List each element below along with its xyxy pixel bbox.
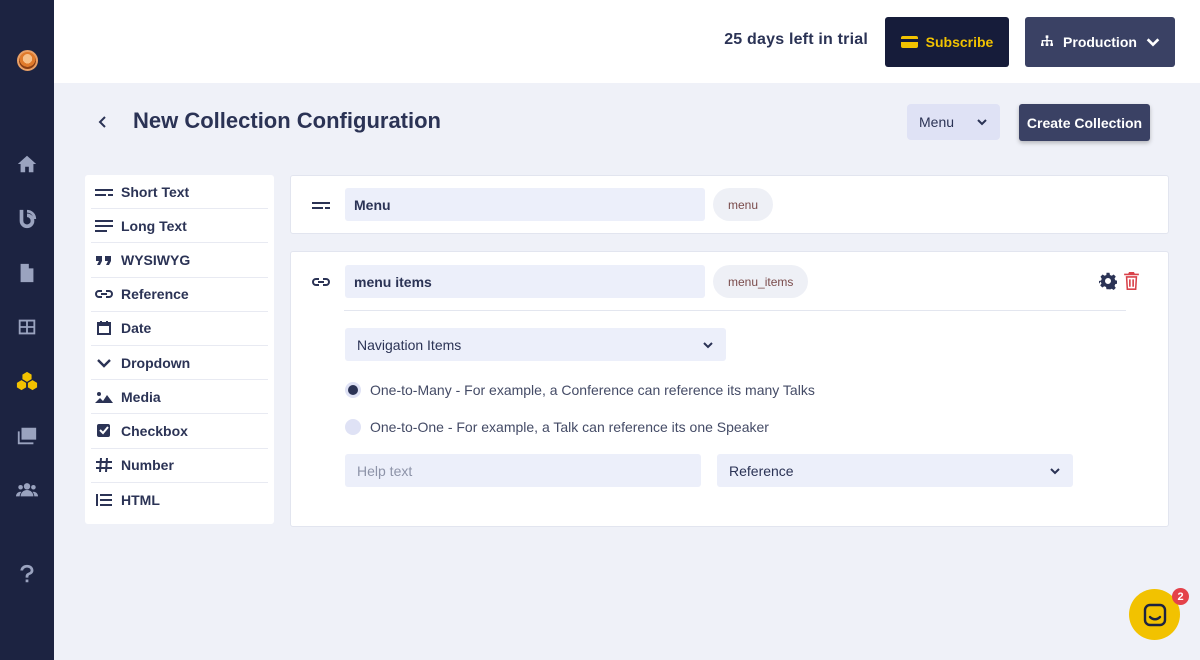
sitemap-icon (1041, 35, 1054, 46)
field-type-label: Date (121, 320, 152, 337)
link-icon (95, 290, 113, 299)
chevron-left-icon (98, 116, 106, 128)
relation-option-label: One-to-Many - For example, a Conference … (370, 382, 815, 398)
field-type-label: Number (121, 457, 174, 474)
field-type-short-text[interactable]: Short Text (91, 175, 268, 210)
users-icon[interactable] (0, 475, 54, 505)
subscribe-label: Subscribe (925, 34, 994, 50)
create-collection-button[interactable]: Create Collection (1019, 104, 1150, 141)
referenced-collection-select[interactable]: Navigation Items (345, 328, 726, 361)
field-name-input[interactable]: Menu (345, 188, 705, 221)
field-type-label: Checkbox (121, 422, 188, 439)
short-text-icon (95, 188, 113, 196)
field-name-input[interactable]: menu items (345, 265, 705, 298)
credit-card-icon (900, 36, 918, 48)
collection-select-value: Menu (919, 114, 955, 130)
trial-status: 25 days left in trial (724, 31, 868, 48)
hash-icon (96, 458, 112, 473)
radio-button[interactable] (345, 419, 361, 435)
field-type-select-value: Reference (729, 462, 794, 479)
field-type-label: Media (121, 388, 161, 405)
chat-icon (1143, 603, 1166, 626)
field-type-number[interactable]: Number (91, 449, 268, 483)
document-icon[interactable] (0, 258, 54, 288)
long-text-icon (95, 219, 113, 232)
divider (344, 310, 1126, 311)
api-id-badge: menu_items (713, 265, 809, 298)
field-type-select[interactable]: Reference (717, 454, 1073, 487)
chevron-down-icon (97, 358, 111, 368)
field-type-label: Long Text (121, 217, 187, 234)
grid-icon[interactable] (0, 312, 54, 342)
chevron-down-icon (977, 119, 987, 126)
page-title: New Collection Configuration (133, 108, 441, 133)
gear-icon[interactable] (1099, 272, 1117, 290)
subscribe-button[interactable]: Subscribe (885, 17, 1009, 67)
short-text-icon (312, 202, 330, 209)
notification-badge: 2 (1172, 588, 1189, 605)
quote-icon (96, 255, 111, 265)
link-icon (312, 278, 330, 286)
collections-icon[interactable] (0, 366, 54, 396)
chevron-down-icon (1146, 38, 1160, 47)
image-icon (95, 391, 113, 403)
field-type-list: Short Text Long Text WYSIWYG Reference D… (85, 175, 274, 524)
field-type-dropdown[interactable]: Dropdown (91, 346, 268, 381)
field-type-html[interactable]: HTML (91, 483, 268, 517)
field-type-label: WYSIWYG (121, 251, 191, 268)
field-type-label: Reference (121, 286, 189, 303)
field-type-reference[interactable]: Reference (91, 278, 268, 312)
environment-label: Production (1063, 34, 1137, 50)
trash-icon[interactable] (1123, 272, 1140, 290)
back-button[interactable] (94, 112, 112, 132)
collection-select[interactable]: Menu (907, 104, 1000, 140)
field-type-media[interactable]: Media (91, 380, 268, 415)
radio-button[interactable] (345, 382, 361, 398)
relation-option-one-to-one[interactable]: One-to-One - For example, a Talk can ref… (345, 419, 769, 435)
field-type-wysiwyg[interactable]: WYSIWYG (91, 243, 268, 278)
help-icon[interactable] (0, 559, 54, 589)
blog-icon[interactable] (0, 204, 54, 234)
title-field-card: Menu menu (290, 175, 1169, 234)
checkbox-icon (97, 423, 110, 437)
field-type-label: Short Text (121, 183, 190, 200)
field-type-label: HTML (121, 491, 160, 508)
list-icon (96, 493, 112, 506)
referenced-collection-value: Navigation Items (357, 336, 462, 353)
home-icon[interactable] (0, 149, 54, 179)
media-icon[interactable] (0, 421, 54, 451)
relation-option-label: One-to-One - For example, a Talk can ref… (370, 419, 769, 435)
field-type-date[interactable]: Date (91, 312, 268, 346)
api-id-badge: menu (713, 188, 774, 221)
help-text-input[interactable]: Help text (345, 454, 701, 487)
avatar[interactable] (17, 50, 38, 71)
chevron-down-icon (703, 341, 713, 348)
field-type-long-text[interactable]: Long Text (91, 209, 268, 244)
chevron-down-icon (1050, 467, 1060, 474)
sidebar (0, 0, 54, 660)
field-type-label: Dropdown (121, 354, 191, 371)
relation-option-one-to-many[interactable]: One-to-Many - For example, a Conference … (345, 382, 815, 398)
calendar-icon (97, 321, 111, 336)
reference-field-card: menu items menu_items Navigation Items O… (290, 251, 1169, 527)
field-type-checkbox[interactable]: Checkbox (91, 414, 268, 449)
environment-dropdown[interactable]: Production (1025, 17, 1175, 67)
